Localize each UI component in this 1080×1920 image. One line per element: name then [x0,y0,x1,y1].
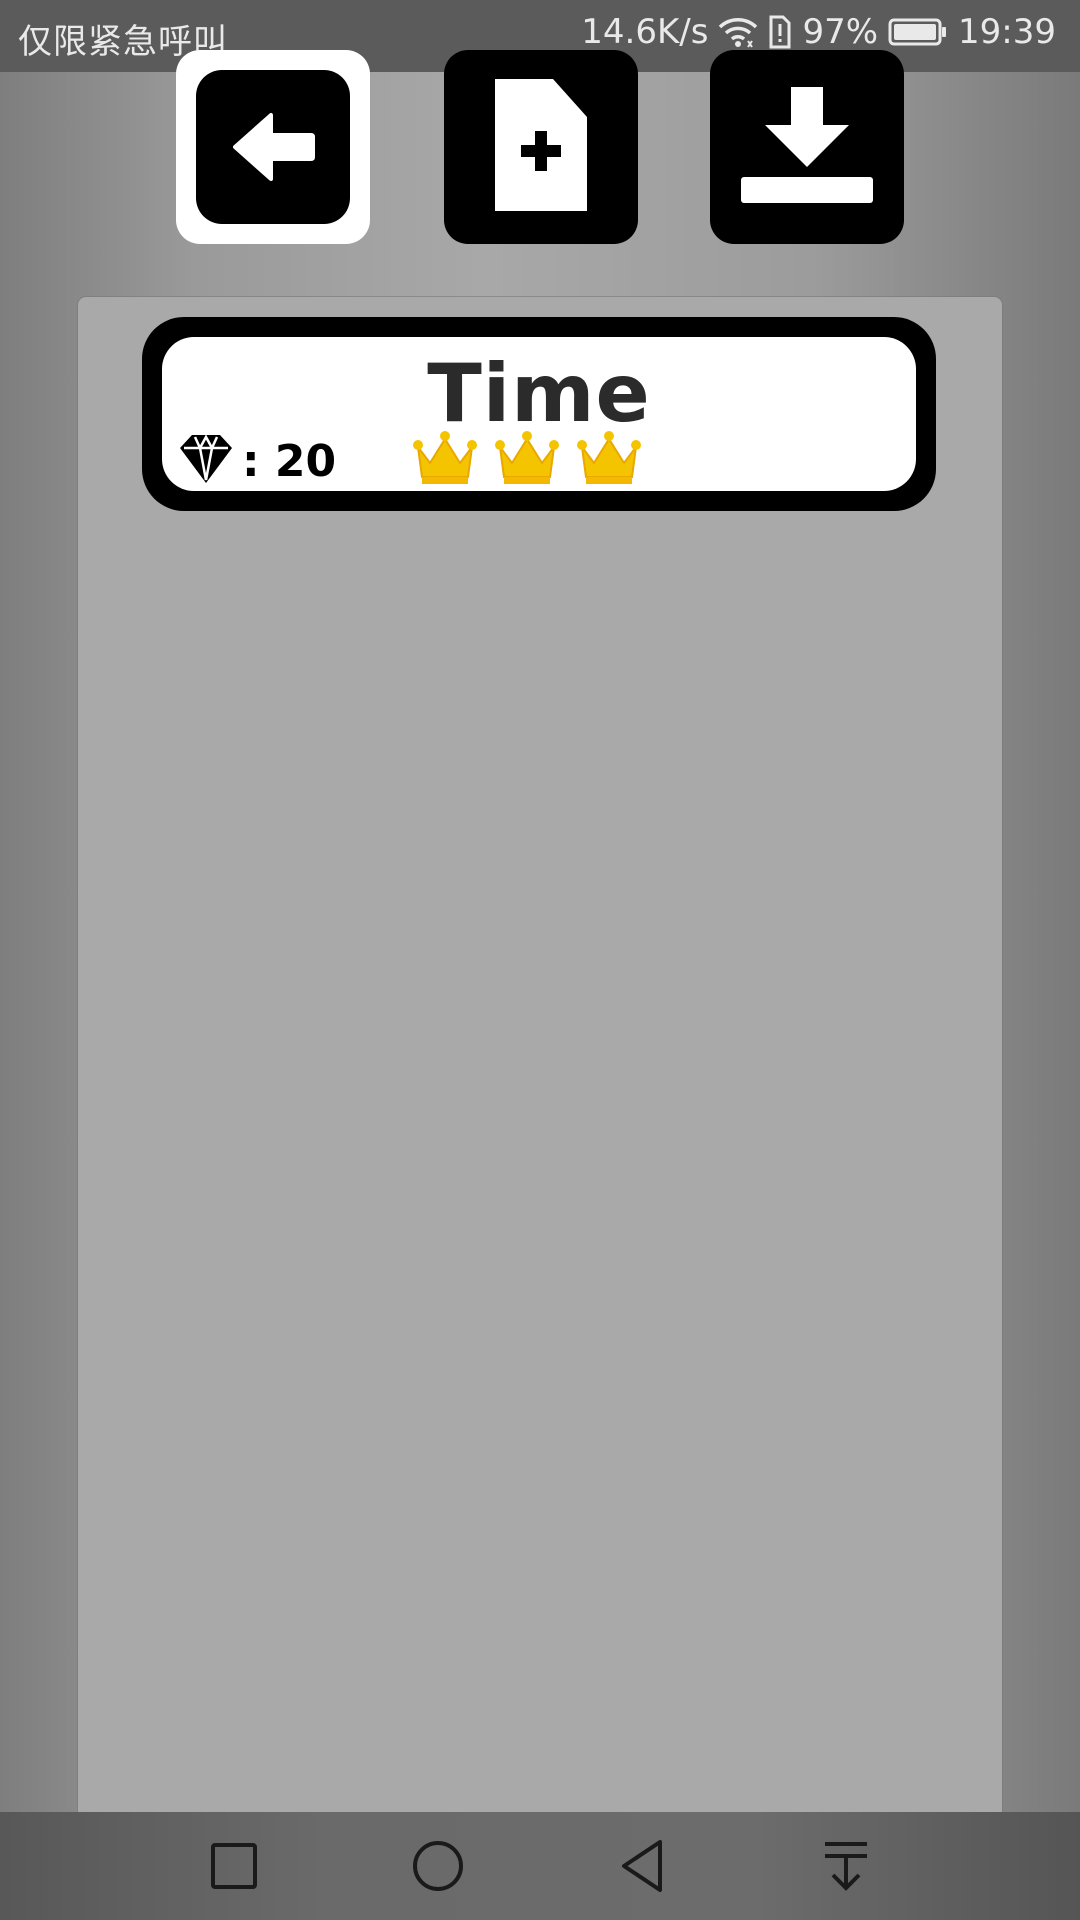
recents-square-icon[interactable] [204,1836,264,1896]
status-indicators: 14.6K/s 97% 19:39 [581,12,1056,52]
download-button[interactable] [710,50,904,244]
notification-pulldown-icon[interactable] [816,1836,876,1896]
level-card[interactable]: Time : 20 [142,317,936,511]
home-circle-icon[interactable] [408,1836,468,1896]
crown-icon [576,427,642,491]
level-list-panel[interactable]: Time : 20 [78,297,1002,1890]
level-card-content: Time : 20 [162,337,916,491]
battery-percent: 97% [802,12,879,52]
file-plus-icon [491,77,591,217]
new-file-button[interactable] [444,50,638,244]
arrow-left-icon [196,70,350,224]
back-button[interactable] [176,50,370,244]
wifi-icon [718,15,758,49]
gem-count: : 20 [176,432,336,490]
sim-alert-icon [768,15,792,49]
navigation-bar [0,1812,1080,1920]
crown-icon [412,427,478,491]
network-speed: 14.6K/s [581,12,709,52]
clock: 19:39 [958,12,1056,52]
diamond-icon [176,432,236,490]
toolbar [0,48,1080,248]
download-icon [737,85,877,209]
crown-icon [494,427,560,491]
gem-count-label: : 20 [242,435,337,487]
crown-rating [412,427,642,491]
battery-icon [888,17,948,47]
back-triangle-icon[interactable] [612,1836,672,1896]
